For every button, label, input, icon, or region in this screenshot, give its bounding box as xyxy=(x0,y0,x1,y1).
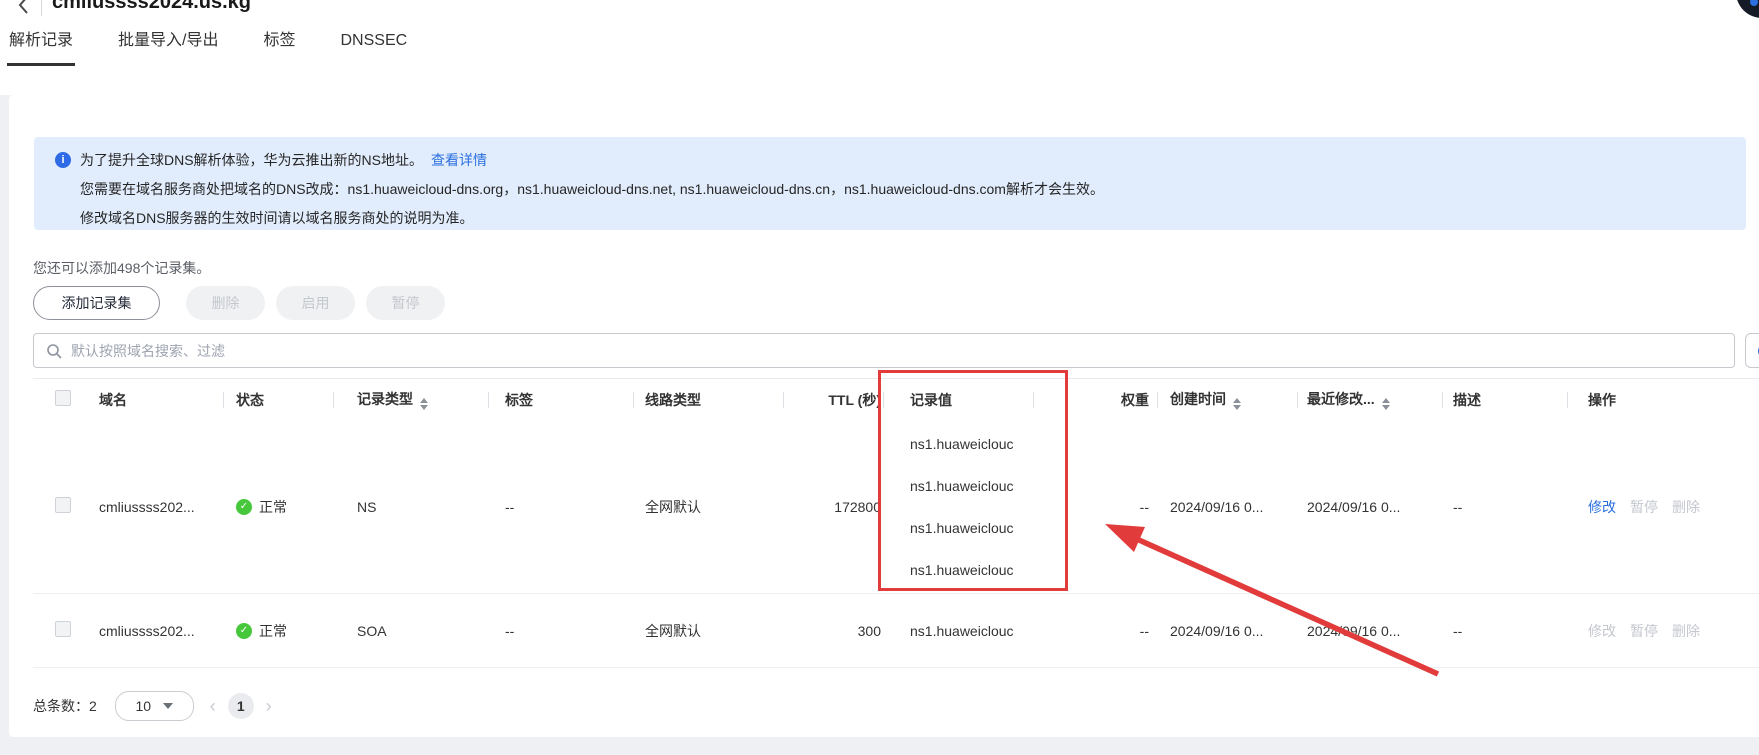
sort-icon[interactable] xyxy=(1233,398,1241,410)
header-created[interactable]: 创建时间 xyxy=(1157,389,1297,410)
info-icon: i xyxy=(55,152,71,168)
title-divider xyxy=(41,0,42,16)
add-record-set-button[interactable]: 添加记录集 xyxy=(33,286,160,320)
chevron-down-icon xyxy=(163,703,173,709)
cell-created: 2024/09/16 0... xyxy=(1157,499,1297,515)
cell-domain: cmliussss202... xyxy=(88,623,223,639)
cell-operations: 修改 暂停 删除 xyxy=(1567,497,1759,517)
table-row-ns: cmliussss202... ✓ 正常 NS -- 全网默认 172800 ns… xyxy=(33,420,1759,594)
header-line-type: 线路类型 xyxy=(633,390,783,410)
record-value: ns1.huaweiclouc xyxy=(910,549,1033,591)
record-value: ns1.huaweiclouc xyxy=(910,465,1033,507)
current-page-button[interactable]: 1 xyxy=(228,693,254,719)
cell-status: ✓ 正常 xyxy=(223,621,333,641)
cell-ttl: 300 xyxy=(783,623,883,639)
page-title: cmliussss2024.us.kg xyxy=(52,0,251,14)
pagination: 总条数：2 10 ‹ 1 › xyxy=(33,690,272,722)
next-page-button[interactable]: › xyxy=(266,697,272,715)
cell-values: ns1.huaweiclouc xyxy=(883,623,1033,639)
header-operation: 操作 xyxy=(1567,390,1759,410)
header-value: 记录值 xyxy=(883,390,1033,410)
delete-link[interactable]: 删除 xyxy=(1672,497,1700,517)
total-count: 2 xyxy=(89,698,97,714)
cell-values: ns1.huaweiclouc ns1.huaweiclouc ns1.huaw… xyxy=(883,420,1033,594)
sort-icon[interactable] xyxy=(420,398,428,410)
cell-record-type: NS xyxy=(333,499,488,515)
cell-created: 2024/09/16 0... xyxy=(1157,623,1297,639)
prev-page-button[interactable]: ‹ xyxy=(210,697,216,715)
cell-operations: 修改 暂停 删除 xyxy=(1567,621,1759,641)
tab-batch-import-export[interactable]: 批量导入/导出 xyxy=(118,33,218,66)
cell-line-type: 全网默认 xyxy=(633,621,783,641)
search-icon xyxy=(46,343,62,359)
sort-icon[interactable] xyxy=(1382,398,1390,410)
status-ok-icon: ✓ xyxy=(236,499,252,515)
cell-ttl: 172800 xyxy=(783,499,883,515)
status-text: 正常 xyxy=(259,497,287,517)
cell-description: -- xyxy=(1442,499,1567,515)
table-row-soa: cmliussss202... ✓ 正常 SOA -- 全网默认 300 ns1.… xyxy=(33,594,1759,668)
banner-text-1: 为了提升全球DNS解析体验，华为云推出新的NS地址。 xyxy=(80,152,423,168)
modify-link[interactable]: 修改 xyxy=(1588,497,1616,517)
cell-tag: -- xyxy=(488,623,633,639)
tab-dnssec[interactable]: DNSSEC xyxy=(340,33,407,66)
record-table: 域名 状态 记录类型 标签 线路类型 TTL (秒) 记录值 权重 创建时间 最… xyxy=(33,378,1759,668)
status-ok-icon: ✓ xyxy=(236,623,252,639)
tab-bar: 解析记录 批量导入/导出 标签 DNSSEC xyxy=(9,33,452,66)
pause-button[interactable]: 暂停 xyxy=(366,286,445,320)
cell-modified: 2024/09/16 0... xyxy=(1297,499,1442,515)
delete-link[interactable]: 删除 xyxy=(1672,621,1700,641)
header-modified[interactable]: 最近修改... xyxy=(1297,389,1442,410)
cell-line-type: 全网默认 xyxy=(633,497,783,517)
page-size-value: 10 xyxy=(136,698,152,714)
header-record-type[interactable]: 记录类型 xyxy=(333,389,488,410)
info-banner: i 为了提升全球DNS解析体验，华为云推出新的NS地址。查看详情 您需要在域名服… xyxy=(34,137,1746,230)
search-input[interactable] xyxy=(71,343,1734,359)
banner-line-2: 您需要在域名服务商处把域名的DNS改成：ns1.huaweicloud-dns.… xyxy=(80,179,1104,199)
pause-link[interactable]: 暂停 xyxy=(1630,497,1658,517)
search-bar xyxy=(33,333,1735,368)
cell-description: -- xyxy=(1442,623,1567,639)
table-header-row: 域名 状态 记录类型 标签 线路类型 TTL (秒) 记录值 权重 创建时间 最… xyxy=(33,378,1759,420)
total-count-label: 总条数：2 xyxy=(33,696,97,716)
banner-line-3: 修改域名DNS服务器的生效时间请以域名服务商处的说明为准。 xyxy=(80,208,474,228)
header-status: 状态 xyxy=(223,390,333,410)
header-description: 描述 xyxy=(1442,390,1567,410)
tab-tags[interactable]: 标签 xyxy=(263,33,295,66)
header-ttl: TTL (秒) xyxy=(783,390,883,410)
header-domain: 域名 xyxy=(88,390,223,410)
tab-record-sets[interactable]: 解析记录 xyxy=(9,33,73,66)
row-checkbox[interactable] xyxy=(55,497,71,513)
modify-link[interactable]: 修改 xyxy=(1588,621,1616,641)
cell-domain: cmliussss202... xyxy=(88,499,223,515)
cell-weight: -- xyxy=(1033,623,1157,639)
header-weight: 权重 xyxy=(1033,390,1157,410)
cell-tag: -- xyxy=(488,499,633,515)
record-value: ns1.huaweiclouc xyxy=(910,423,1033,465)
pause-link[interactable]: 暂停 xyxy=(1630,621,1658,641)
banner-line-1: 为了提升全球DNS解析体验，华为云推出新的NS地址。查看详情 xyxy=(80,150,487,170)
cell-weight: -- xyxy=(1033,499,1157,515)
delete-button[interactable]: 删除 xyxy=(186,286,265,320)
quota-text: 您还可以添加498个记录集。 xyxy=(33,258,210,278)
select-all-checkbox[interactable] xyxy=(55,390,71,406)
row-checkbox[interactable] xyxy=(55,621,71,637)
content-card: i 为了提升全球DNS解析体验，华为云推出新的NS地址。查看详情 您需要在域名服… xyxy=(9,95,1759,737)
status-text: 正常 xyxy=(259,621,287,641)
refresh-button[interactable] xyxy=(1745,333,1759,368)
enable-button[interactable]: 启用 xyxy=(276,286,355,320)
cell-record-type: SOA xyxy=(333,623,488,639)
back-button[interactable] xyxy=(16,0,32,14)
row-checkbox-cell xyxy=(33,621,88,640)
dns-record-page: cmliussss2024.us.kg 解析记录 批量导入/导出 标签 DNSS… xyxy=(0,0,1759,755)
header-tag: 标签 xyxy=(488,390,633,410)
cell-status: ✓ 正常 xyxy=(223,497,333,517)
record-value: ns1.huaweiclouc xyxy=(910,507,1033,549)
row-checkbox-cell xyxy=(33,497,88,516)
page-size-select[interactable]: 10 xyxy=(115,691,194,721)
header-checkbox-cell xyxy=(33,390,88,409)
toolbar: 添加记录集 删除 启用 暂停 xyxy=(33,286,456,320)
cell-modified: 2024/09/16 0... xyxy=(1297,623,1442,639)
view-details-link[interactable]: 查看详情 xyxy=(431,152,487,168)
